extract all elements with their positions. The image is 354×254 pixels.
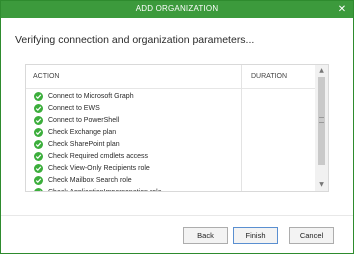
action-row: Check SharePoint plan [26,138,241,150]
action-row: Check View-Only Recipients role [26,162,241,174]
check-circle-icon [34,139,43,149]
action-rows: Connect to Microsoft Graph Connect to EWS… [26,90,241,192]
column-divider [241,65,242,191]
check-circle-icon [34,163,43,173]
column-header-action: ACTION [33,73,60,80]
actions-list: ACTION DURATION Connect to Microsoft Gra… [25,64,329,192]
action-row: Check Mailbox Search role [26,174,241,186]
footer-divider [1,215,353,216]
action-row: Check Exchange plan [26,126,241,138]
column-header-duration: DURATION [251,73,288,80]
check-circle-icon [34,187,43,191]
check-circle-icon [34,151,43,161]
action-row: Connect to PowerShell [26,114,241,126]
check-circle-icon [34,91,43,101]
action-row: Check ApplicationImpersonation role [26,186,241,192]
action-row: Connect to Microsoft Graph [26,90,241,102]
action-row: Check Required cmdlets access [26,150,241,162]
action-label: Connect to EWS [48,104,100,112]
scroll-thumb[interactable] [318,77,325,165]
action-label: Connect to PowerShell [48,116,120,124]
action-label: Check Required cmdlets access [48,152,148,160]
action-label: Check View-Only Recipients role [48,164,150,172]
thumb-grip-icon [319,117,324,123]
action-label: Check SharePoint plan [48,140,120,148]
status-heading: Verifying connection and organization pa… [15,34,255,46]
scroll-up-arrow-icon[interactable]: ▲ [315,66,328,76]
check-circle-icon [34,127,43,137]
close-icon[interactable]: ✕ [335,3,349,16]
action-label: Check Mailbox Search role [48,176,132,184]
dialog-title: ADD ORGANIZATION [135,4,219,13]
finish-button[interactable]: Finish [233,227,278,244]
vertical-scrollbar[interactable]: ▲ ▼ [315,65,328,191]
list-header: ACTION DURATION [26,65,316,89]
title-bar: ADD ORGANIZATION ✕ [1,1,353,18]
check-circle-icon [34,175,43,185]
add-organization-dialog: ADD ORGANIZATION ✕ Verifying connection … [0,0,354,254]
scroll-down-arrow-icon[interactable]: ▼ [315,180,328,190]
action-row: Connect to EWS [26,102,241,114]
action-label: Check Exchange plan [48,128,117,136]
action-label: Connect to Microsoft Graph [48,92,134,100]
back-button[interactable]: Back [183,227,228,244]
cancel-button[interactable]: Cancel [289,227,334,244]
action-label: Check ApplicationImpersonation role [48,188,162,192]
check-circle-icon [34,103,43,113]
check-circle-icon [34,115,43,125]
